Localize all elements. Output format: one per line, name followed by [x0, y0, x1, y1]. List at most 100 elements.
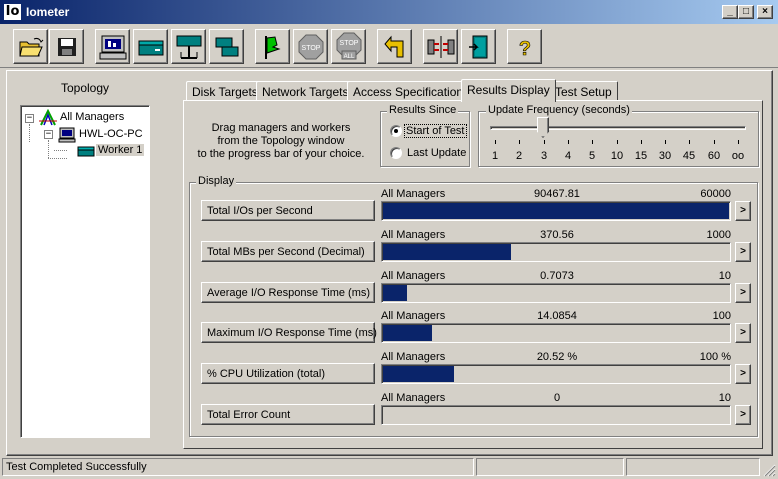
progress-bar[interactable] [381, 364, 731, 384]
stop-sign-icon: STOP [298, 34, 323, 59]
row-max: 10 [718, 392, 731, 404]
progress-bar-fill [383, 325, 432, 341]
manager-computer-icon [58, 127, 76, 143]
results-since-title: Results Since [387, 104, 459, 116]
network-worker-icon [176, 35, 201, 59]
close-button[interactable]: × [757, 5, 773, 19]
slider-tick [544, 140, 545, 144]
stop-all-sign-icon: STOP ALL [336, 32, 361, 60]
slider-tick [592, 140, 593, 144]
results-monitor-icon [99, 35, 126, 59]
tab-access-specifications[interactable]: Access Specifications [347, 81, 476, 101]
progress-bar-fill [383, 203, 729, 219]
save-config-button[interactable] [49, 29, 84, 64]
slider-tick [738, 140, 739, 144]
iometer-app-icon[interactable]: Io [4, 4, 21, 20]
select-metric-button[interactable]: > [735, 283, 751, 303]
minimize-button[interactable]: _ [722, 5, 738, 19]
start-tests-button[interactable] [255, 29, 290, 64]
status-text: Test Completed Successfully [2, 458, 474, 476]
progress-bar-fill [383, 285, 407, 301]
row-source-label: All Managers [381, 310, 446, 322]
progress-bar[interactable] [381, 323, 731, 343]
svg-text:?: ? [518, 38, 530, 60]
row-max: 60000 [700, 188, 731, 200]
label-last-update[interactable]: Last Update [407, 147, 466, 159]
topology-tree[interactable]: − All Managers − HWL-OC-PC Worker 1 [20, 105, 150, 438]
about-button[interactable]: ? [507, 29, 542, 64]
exit-door-icon [468, 35, 487, 58]
row-value: 90467.81 [534, 188, 580, 200]
maximize-button[interactable]: □ [738, 5, 754, 19]
select-metric-button[interactable]: > [735, 242, 751, 262]
row-source-label: All Managers [381, 188, 446, 200]
new-network-worker-button[interactable] [171, 29, 206, 64]
all-managers-icon [39, 109, 57, 126]
row-value: 370.56 [540, 229, 574, 241]
status-panel-3 [626, 458, 760, 476]
metric-button[interactable]: Total I/Os per Second [201, 200, 375, 221]
row-value: 20.52 % [536, 351, 578, 363]
progress-bar[interactable] [381, 242, 731, 262]
duplicate-worker-button[interactable] [209, 29, 244, 64]
drag-instructions: Drag managers and workers from the Topol… [197, 122, 365, 160]
select-metric-button[interactable]: > [735, 364, 751, 384]
collapse-all-managers-icon[interactable]: − [25, 114, 34, 123]
reset-workers-button[interactable] [377, 29, 412, 64]
select-metric-button[interactable]: > [735, 323, 751, 343]
disk-worker-icon [77, 146, 95, 157]
toolbar: STOP STOP ALL ? [0, 24, 778, 68]
slider-tick [617, 140, 618, 144]
collapse-manager-icon[interactable]: − [44, 130, 53, 139]
row-source-label: All Managers [381, 229, 446, 241]
progress-bar[interactable] [381, 405, 731, 425]
stop-all-button[interactable]: STOP ALL [331, 29, 366, 64]
stop-button[interactable]: STOP [293, 29, 328, 64]
row-source-label: All Managers [381, 270, 446, 282]
tab-network-targets[interactable]: Network Targets [256, 81, 355, 101]
select-metric-button[interactable]: > [735, 405, 751, 425]
slider-tick [641, 140, 642, 144]
resize-grip-icon[interactable] [762, 463, 776, 477]
metric-button[interactable]: Maximum I/O Response Time (ms) [201, 322, 377, 343]
tab-test-setup[interactable]: Test Setup [549, 81, 618, 101]
tree-item-worker[interactable]: Worker 1 [96, 144, 145, 156]
progress-bar[interactable] [381, 283, 731, 303]
radio-start-of-test[interactable] [390, 125, 402, 137]
tree-item-all-managers[interactable]: All Managers [60, 111, 124, 123]
slider-tick [519, 140, 520, 144]
exit-button[interactable] [461, 29, 496, 64]
row-value: 14.0854 [537, 310, 577, 322]
row-max: 100 % [699, 351, 731, 363]
progress-bar-fill [383, 244, 511, 260]
metric-button[interactable]: Total MBs per Second (Decimal) [201, 241, 375, 262]
svg-text:STOP: STOP [301, 45, 320, 52]
disconnect-managers-button[interactable] [423, 29, 458, 64]
show-results-button[interactable] [95, 29, 130, 64]
disconnect-icon [427, 35, 454, 58]
update-frequency-slider-track[interactable] [490, 126, 746, 130]
progress-bar[interactable] [381, 201, 731, 221]
window-title: Iometer [26, 5, 70, 19]
tab-disk-targets[interactable]: Disk Targets [186, 81, 264, 101]
metric-button[interactable]: % CPU Utilization (total) [201, 363, 375, 384]
topology-label: Topology [60, 81, 110, 95]
radio-last-update[interactable] [390, 147, 402, 159]
metric-button[interactable]: Average I/O Response Time (ms) [201, 282, 375, 303]
open-config-button[interactable] [13, 29, 48, 64]
tab-results-display[interactable]: Results Display [461, 79, 556, 102]
title-bar[interactable]: Io Iometer _ □ × [0, 0, 778, 24]
row-max: 10 [718, 270, 731, 282]
row-max: 100 [712, 310, 731, 322]
slider-tick [665, 140, 666, 144]
green-flag-icon [264, 35, 281, 59]
status-panel-2 [476, 458, 624, 476]
label-start-of-test[interactable]: Start of Test [404, 124, 467, 138]
new-disk-worker-button[interactable] [133, 29, 168, 64]
select-metric-button[interactable]: > [735, 201, 751, 221]
row-max: 1000 [706, 229, 731, 241]
metric-button[interactable]: Total Error Count [201, 404, 375, 425]
svg-text:STOP: STOP [339, 40, 358, 47]
progress-bar-fill [383, 366, 454, 382]
tree-item-manager[interactable]: HWL-OC-PC [79, 128, 143, 140]
